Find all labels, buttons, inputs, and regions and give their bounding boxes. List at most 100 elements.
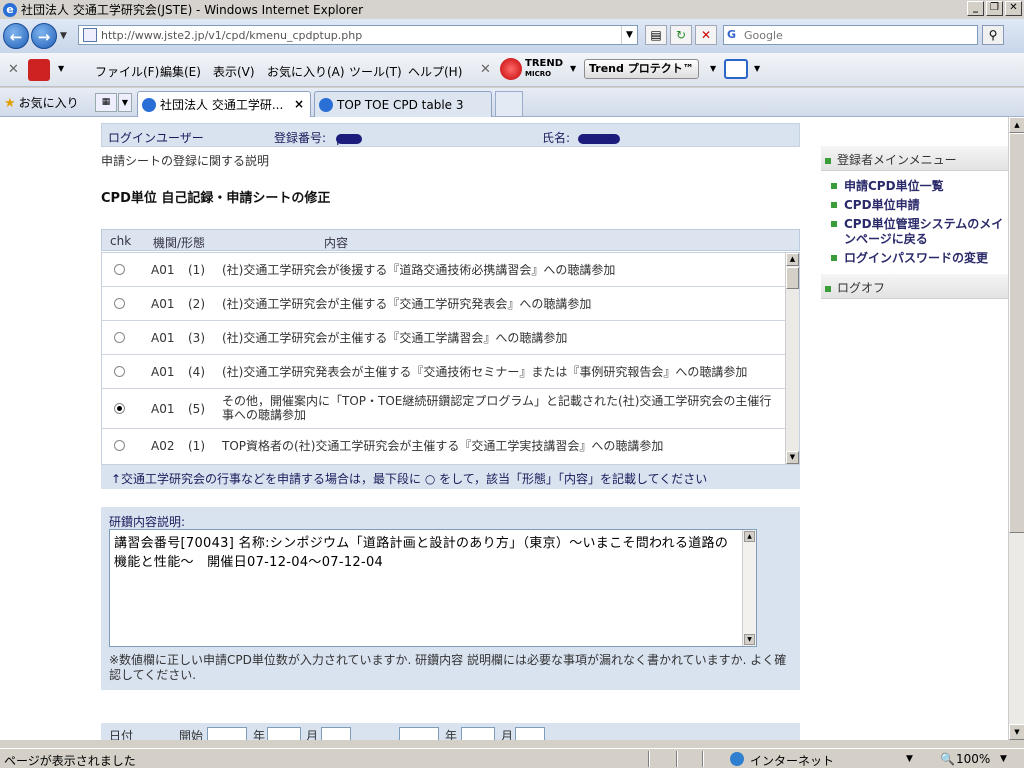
row-code: A01 <box>151 365 175 379</box>
description-textarea[interactable]: 講習会番号[70043] 名称:シンポジウム「道路計画と設計のあり方」（東京）～… <box>109 529 757 647</box>
history-dropdown-icon[interactable]: ▼ <box>60 31 67 41</box>
sidebar-item-cpd-list[interactable]: 申請CPD単位一覧 <box>831 179 944 194</box>
activity-grid: A01 (1) (社)交通工学研究会が後援する『道路交通技術必携講習会』への聴講… <box>101 252 800 465</box>
table-row[interactable]: A01 (5) その他，開催案内に「TOP・TOE継続研鑽認定プログラム」と記載… <box>102 389 787 429</box>
favorites-button[interactable]: ★ お気に入り <box>4 94 79 111</box>
compat-view-icon[interactable]: ▤ <box>645 25 667 45</box>
scroll-down-icon[interactable]: ▼ <box>744 634 755 645</box>
explanation-link[interactable]: 申請シートの登録に関する説明 <box>101 152 269 169</box>
url-dropdown-icon[interactable]: ▼ <box>621 26 637 44</box>
scroll-down-icon[interactable]: ▼ <box>786 451 799 464</box>
url-field[interactable]: http://www.jste2.jp/v1/cpd/kmenu_cpdptup… <box>78 25 638 45</box>
menu-tools[interactable]: ツール(T) <box>349 63 402 80</box>
redacted-mark <box>578 134 620 144</box>
zoom-dropdown-icon[interactable]: ▼ <box>1000 754 1007 764</box>
zoom-level[interactable]: 100% <box>956 752 990 766</box>
page-title: CPD単位 自己記録・申請シートの修正 <box>101 191 331 206</box>
search-go-icon[interactable]: ⚲ <box>982 25 1004 45</box>
registration-label: 登録番号: <box>274 131 327 145</box>
scroll-up-icon[interactable]: ▲ <box>744 531 755 542</box>
back-button[interactable]: ← <box>3 23 29 49</box>
trend-protect-button[interactable]: Trend プロテクト™ <box>584 59 699 79</box>
pdf-icon[interactable] <box>28 59 50 81</box>
protected-mode-dropdown-icon[interactable]: ▼ <box>906 754 913 764</box>
forward-button[interactable]: → <box>31 23 57 49</box>
date-bar: 日付 開始 年 月 年 月 <box>101 723 800 740</box>
ie-icon: e <box>3 2 17 17</box>
address-toolbar: ← → ▼ http://www.jste2.jp/v1/cpd/kmenu_c… <box>0 19 1024 53</box>
tab-close-icon[interactable]: × <box>294 97 304 111</box>
start-day-field[interactable] <box>321 727 351 740</box>
close-window-button[interactable]: ✕ <box>1005 1 1022 16</box>
row-radio[interactable] <box>114 332 125 343</box>
row-number: (5) <box>188 402 205 416</box>
menu-file[interactable]: ファイル(F) <box>95 63 159 80</box>
table-row[interactable]: A01 (3) (社)交通工学研究会が主催する『交通工学講習会』への聴講参加 <box>102 321 787 355</box>
stop-icon[interactable]: ✕ <box>695 25 717 45</box>
row-code: A01 <box>151 402 175 416</box>
zoom-icon[interactable]: 🔍 <box>940 752 955 766</box>
user-info-bar: ログインユーザー 登録番号: P- 氏名: <box>101 123 800 148</box>
protect-dropdown-icon[interactable]: ▼ <box>710 64 716 73</box>
row-number: (4) <box>188 365 205 379</box>
scroll-up-icon[interactable]: ▲ <box>1009 117 1024 133</box>
new-tab-button[interactable] <box>495 91 523 117</box>
scroll-thumb[interactable] <box>786 267 799 289</box>
bullet-icon <box>831 221 837 227</box>
row-radio[interactable] <box>114 440 125 451</box>
row-radio[interactable] <box>114 264 125 275</box>
wifi-icon[interactable] <box>724 59 748 79</box>
menu-help[interactable]: ヘルプ(H) <box>408 63 462 80</box>
sidebar-item-main-page[interactable]: CPD単位管理システムのメインページに戻る <box>831 217 1007 247</box>
end-month-field[interactable] <box>461 727 495 740</box>
favorites-label: お気に入り <box>18 96 79 110</box>
row-radio-selected[interactable] <box>114 403 125 414</box>
page-scrollbar[interactable]: ▲ ▼ <box>1008 117 1024 740</box>
table-row[interactable]: A01 (4) (社)交通工学研究発表会が主催する『交通技術セミナー』または『事… <box>102 355 787 389</box>
bullet-icon <box>825 157 831 164</box>
search-field[interactable]: G <box>723 25 978 45</box>
trend-micro-logo[interactable]: TREND MICRO <box>500 58 563 80</box>
row-code: A01 <box>151 297 175 311</box>
wifi-dropdown-icon[interactable]: ▼ <box>754 64 760 73</box>
tab-top-toe[interactable]: TOP TOE CPD table 3 <box>314 91 492 117</box>
table-row[interactable]: A01 (2) (社)交通工学研究会が主催する『交通工学研究発表会』への聴講参加 <box>102 287 787 321</box>
quick-tabs-icon[interactable]: ▦ <box>95 93 117 112</box>
table-row[interactable]: A02 (1) TOP資格者の(社)交通工学研究会が主催する『交通工学実技講習会… <box>102 429 787 463</box>
tab-label: 社団法人 交通工学研... <box>160 98 284 112</box>
menu-edit[interactable]: 編集(E) <box>160 63 201 80</box>
sidebar-item-cpd-apply[interactable]: CPD単位申請 <box>831 198 920 213</box>
grid-scrollbar[interactable]: ▲ ▼ <box>785 253 799 464</box>
status-bar: ページが表示されました インターネット ▼ 🔍 100% ▼ <box>0 748 1024 768</box>
scroll-down-icon[interactable]: ▼ <box>1009 724 1024 740</box>
trend-close-icon[interactable]: ✕ <box>480 62 491 77</box>
table-row[interactable]: A01 (1) (社)交通工学研究会が後援する『道路交通技術必携講習会』への聴講… <box>102 253 787 287</box>
description-panel: 研鑽内容説明: 講習会番号[70043] 名称:シンポジウム「道路計画と設計のあ… <box>101 507 800 690</box>
pdf-dropdown-icon[interactable]: ▼ <box>58 64 64 73</box>
textarea-scrollbar[interactable]: ▲ ▼ <box>742 530 756 646</box>
maximize-button[interactable]: ❐ <box>986 1 1003 16</box>
scroll-up-icon[interactable]: ▲ <box>786 253 799 266</box>
end-day-field[interactable] <box>515 727 545 740</box>
start-month-field[interactable] <box>267 727 301 740</box>
page-icon <box>83 28 97 42</box>
row-radio[interactable] <box>114 366 125 377</box>
start-year-field[interactable] <box>207 727 247 740</box>
trend-dropdown-icon[interactable]: ▼ <box>570 64 576 73</box>
ie-tab-icon <box>142 97 156 112</box>
logout-button[interactable]: ログオフ <box>821 274 1008 299</box>
row-description: (社)交通工学研究会が後援する『道路交通技術必携講習会』への聴講参加 <box>222 263 616 277</box>
toolbar-close-icon[interactable]: ✕ <box>8 62 19 77</box>
menu-favorites[interactable]: お気に入り(A) <box>267 63 345 80</box>
tab-jste[interactable]: 社団法人 交通工学研... × <box>137 91 311 117</box>
main-menu-header[interactable]: 登録者メインメニュー <box>821 146 1008 171</box>
tab-list-dropdown-icon[interactable]: ▼ <box>118 93 132 112</box>
end-year-field[interactable] <box>399 727 439 740</box>
row-radio[interactable] <box>114 298 125 309</box>
refresh-icon[interactable]: ↻ <box>670 25 692 45</box>
minimize-button[interactable]: _ <box>967 1 984 16</box>
menu-view[interactable]: 表示(V) <box>213 63 255 80</box>
search-input[interactable] <box>744 28 977 42</box>
sidebar-item-password[interactable]: ログインパスワードの変更 <box>831 251 988 266</box>
scroll-thumb[interactable] <box>1009 133 1024 533</box>
